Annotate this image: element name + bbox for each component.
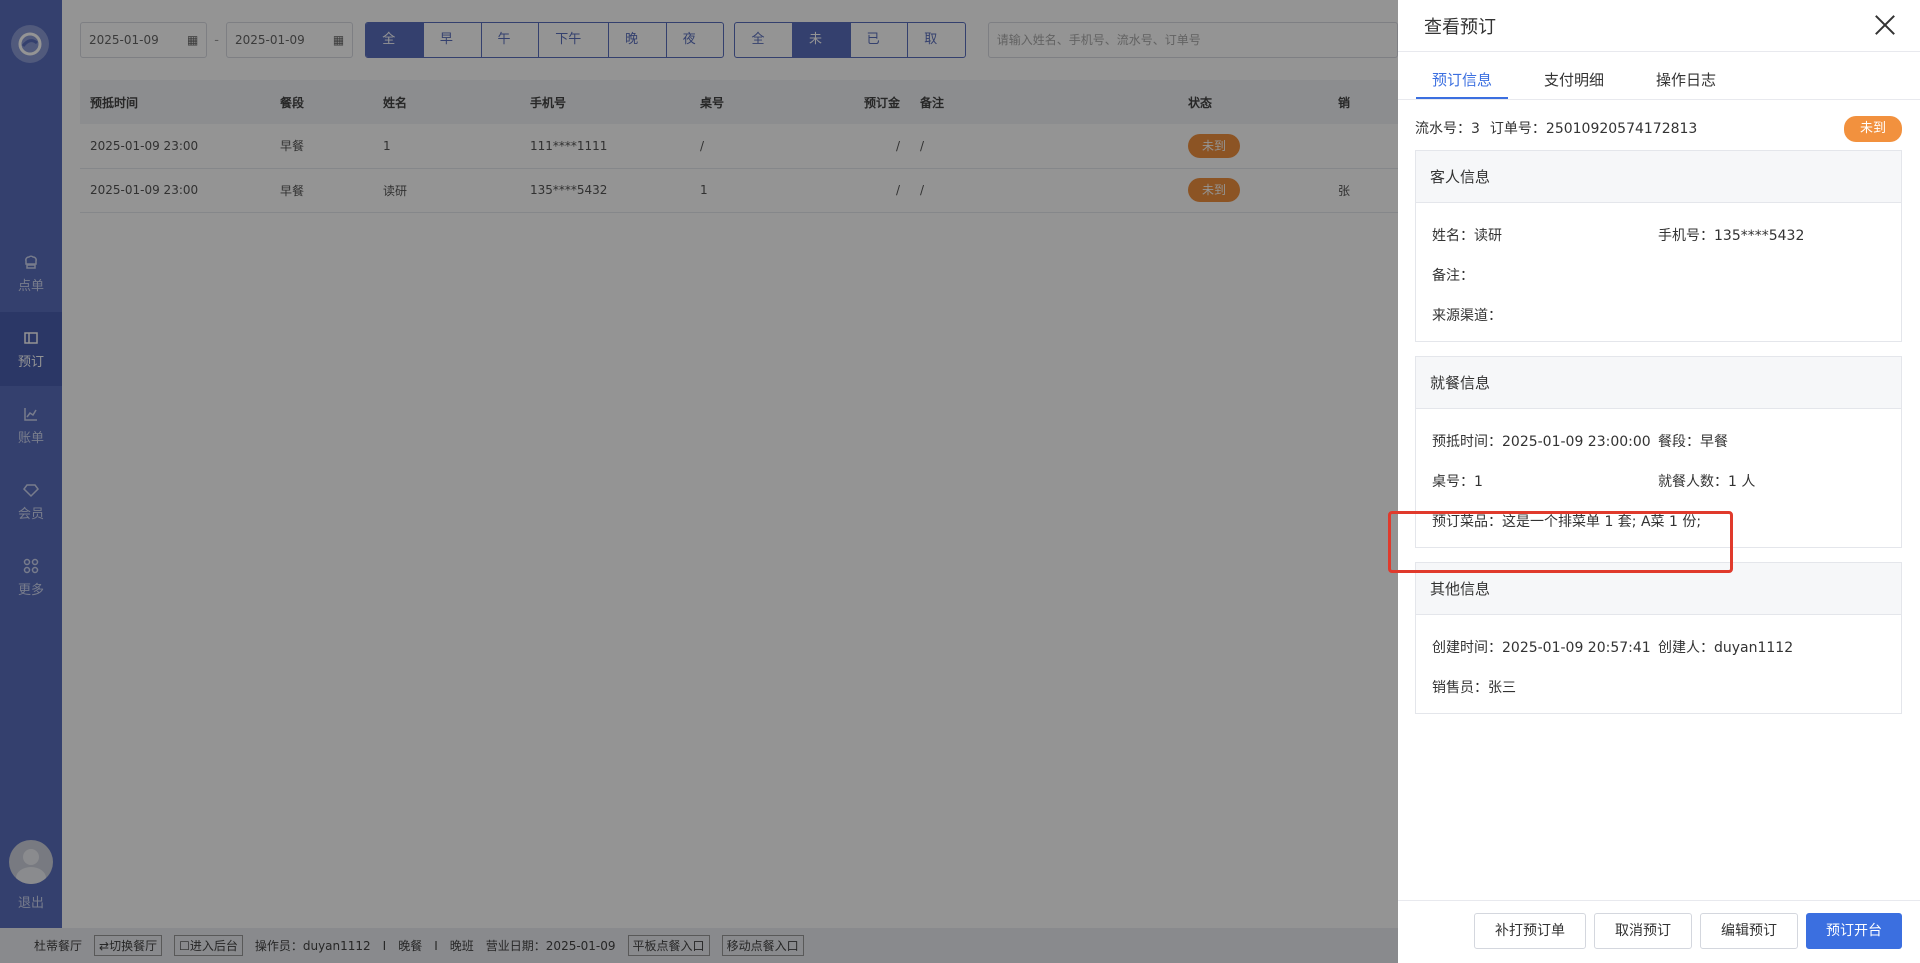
salesperson: 销售员：张三: [1432, 680, 1516, 696]
highlight-annotation: [1388, 511, 1733, 573]
card-body: 创建时间：2025-01-09 20:57:41 创建人：duyan1112 销…: [1416, 615, 1901, 713]
reprint-reservation-button[interactable]: 补打预订单: [1474, 913, 1586, 949]
creator: 创建人：duyan1112: [1658, 640, 1794, 656]
created-time: 创建时间：2025-01-09 20:57:41: [1432, 640, 1651, 656]
guest-name: 姓名：读研: [1432, 228, 1502, 244]
arrival-time: 预抵时间：2025-01-09 23:00:00: [1432, 434, 1651, 450]
info-row: 来源渠道：: [1432, 295, 1885, 335]
guest-info-card: 客人信息 姓名：读研 手机号：135****5432 备注： 来源渠道：: [1415, 150, 1902, 342]
tab-operation-log[interactable]: 操作日志: [1640, 62, 1732, 99]
guest-source: 来源渠道：: [1432, 308, 1502, 324]
guest-count: 就餐人数：1 人: [1658, 474, 1756, 490]
status-badge: 未到: [1843, 116, 1902, 142]
close-icon[interactable]: [1874, 14, 1896, 36]
info-row: 销售员：张三: [1432, 667, 1885, 707]
order-summary: 流水号：3 订单号：25010920574172813 未到: [1398, 108, 1920, 148]
info-row: 预抵时间：2025-01-09 23:00:00 餐段：早餐: [1432, 421, 1885, 461]
drawer-footer: 补打预订单 取消预订 编辑预订 预订开台: [1398, 900, 1920, 963]
info-row: 桌号：1 就餐人数：1 人: [1432, 461, 1885, 501]
card-title: 客人信息: [1416, 151, 1901, 203]
info-row: 创建时间：2025-01-09 20:57:41 创建人：duyan1112: [1432, 627, 1885, 667]
card-title: 就餐信息: [1416, 357, 1901, 409]
info-row: 备注：: [1432, 255, 1885, 295]
guest-phone: 手机号：135****5432: [1658, 228, 1805, 244]
cancel-reservation-button[interactable]: 取消预订: [1594, 913, 1692, 949]
guest-remark: 备注：: [1432, 268, 1474, 284]
tab-reservation-info[interactable]: 预订信息: [1416, 62, 1509, 99]
info-row: 姓名：读研 手机号：135****5432: [1432, 215, 1885, 255]
card-body: 姓名：读研 手机号：135****5432 备注： 来源渠道：: [1416, 203, 1901, 341]
table-number: 桌号：1: [1432, 474, 1483, 490]
drawer-title: 查看预订: [1424, 16, 1496, 38]
reservation-detail-drawer: 查看预订 预订信息 支付明细 操作日志 流水号：3 订单号：2501092057…: [1398, 0, 1920, 963]
other-info-card: 其他信息 创建时间：2025-01-09 20:57:41 创建人：duyan1…: [1415, 562, 1902, 714]
drawer-header: 查看预订: [1398, 0, 1920, 52]
edit-reservation-button[interactable]: 编辑预订: [1700, 913, 1798, 949]
drawer-tabs: 预订信息 支付明细 操作日志: [1398, 62, 1920, 100]
open-table-button[interactable]: 预订开台: [1806, 913, 1902, 949]
tab-payment-details[interactable]: 支付明细: [1528, 62, 1620, 99]
order-number: 订单号：25010920574172813: [1489, 121, 1698, 137]
serial-number: 流水号：3: [1415, 121, 1480, 137]
meal-period: 餐段：早餐: [1658, 434, 1728, 450]
modal-overlay[interactable]: [0, 0, 1398, 963]
